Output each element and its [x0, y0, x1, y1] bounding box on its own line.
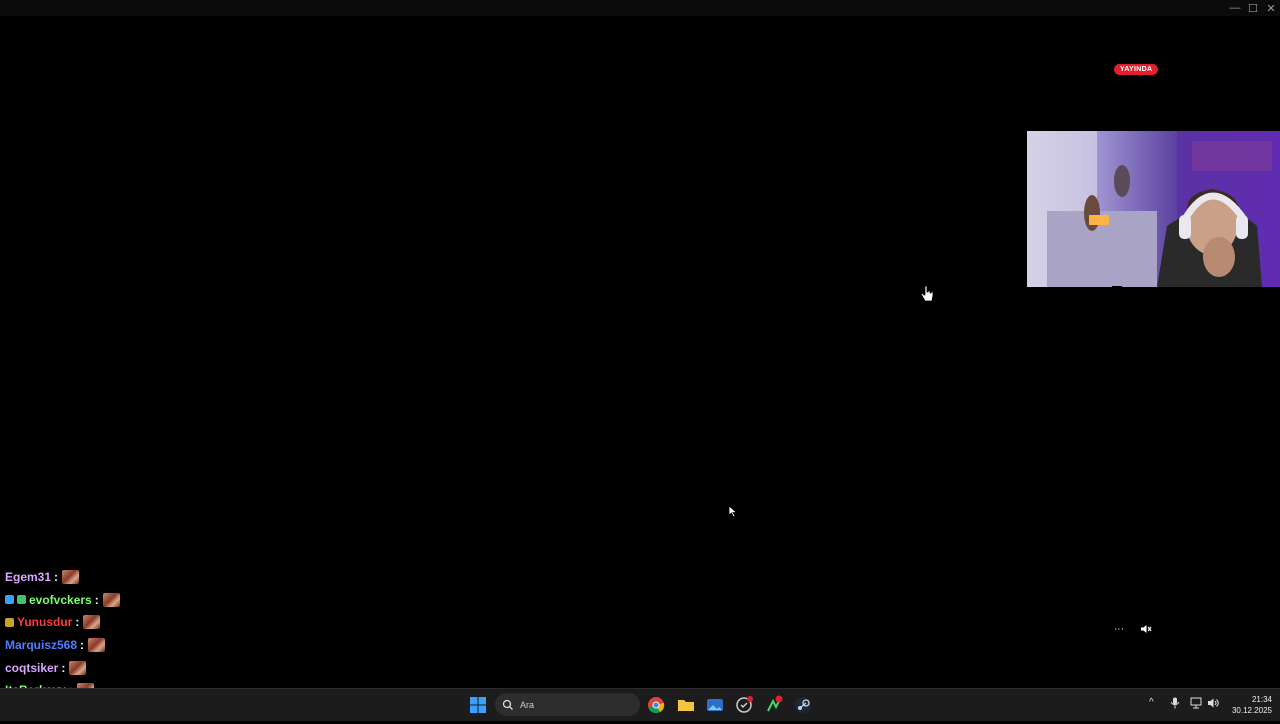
chat-username[interactable]: Marquisz568 — [5, 638, 77, 652]
microphone-icon — [1170, 697, 1180, 709]
live-badge: YAYINDA — [1114, 64, 1159, 75]
network-icon — [1190, 697, 1202, 709]
clock-date: 30.12.2025 — [1231, 706, 1272, 715]
tray-overflow-button[interactable]: ^ — [1149, 697, 1154, 708]
close-button[interactable]: ✕ — [1261, 0, 1280, 16]
search-icon — [502, 699, 513, 710]
steam-icon — [795, 697, 811, 713]
chat-separator: : — [75, 615, 80, 630]
clock-time: 21:34 — [1251, 695, 1272, 704]
chat-username[interactable]: evofvckers — [29, 593, 92, 607]
hand-cursor-icon — [920, 285, 934, 302]
microphone-button[interactable] — [1170, 697, 1180, 712]
chat-separator: : — [61, 660, 66, 675]
user-badge-icon — [5, 595, 14, 605]
taskbar: Ara ^ 21:34 30.12.2025 — [0, 688, 1280, 721]
chat-message: coqtsiker: — [5, 656, 425, 679]
start-button[interactable] — [468, 695, 488, 715]
windows-logo-icon — [470, 697, 486, 713]
chrome-app[interactable] — [646, 695, 666, 715]
photos-icon — [707, 699, 723, 711]
app-with-notification[interactable] — [734, 695, 754, 715]
user-badge-icon — [5, 617, 14, 627]
chat-message: Marquisz568: — [5, 634, 425, 657]
window-titlebar: — ☐ ✕ — [0, 0, 1280, 16]
chat-separator: : — [94, 592, 99, 607]
chat-username[interactable]: Yunusdur — [17, 615, 72, 629]
webcam-overlay — [1027, 131, 1280, 287]
user-badge-icon — [17, 595, 26, 605]
chat-username[interactable]: coqtsiker — [5, 661, 58, 675]
chat-username[interactable]: Egem31 — [5, 570, 51, 584]
game-app[interactable] — [764, 695, 784, 715]
network-button[interactable] — [1190, 697, 1202, 712]
taskbar-clock[interactable]: 21:34 30.12.2025 — [1226, 694, 1272, 716]
folder-icon — [678, 700, 694, 711]
chat-emote-icon — [102, 592, 120, 607]
mute-button[interactable] — [1137, 621, 1155, 637]
chat-emote-icon — [62, 570, 80, 585]
chat-emote-icon — [88, 638, 106, 653]
chat-separator: : — [80, 638, 85, 653]
taskbar-search[interactable]: Ara — [495, 693, 640, 716]
pointer-cursor-icon — [728, 505, 738, 518]
volume-icon — [1208, 698, 1219, 708]
chat-separator: : — [54, 570, 59, 585]
game-icon — [767, 695, 783, 712]
more-options-button[interactable]: ⋯ — [1110, 621, 1128, 637]
chat-message: Yunusdur: — [5, 611, 425, 634]
chat-message: evofvckers: — [5, 589, 425, 612]
maximize-button[interactable]: ☐ — [1243, 0, 1263, 16]
chat-emote-icon — [83, 615, 101, 630]
chat-message: Egem31: — [5, 566, 425, 589]
webcam-image — [1027, 131, 1280, 287]
chat-emote-icon — [69, 660, 87, 675]
minimize-button[interactable]: — — [1225, 0, 1245, 16]
search-placeholder: Ara — [520, 699, 535, 710]
app-icon — [736, 696, 753, 713]
chrome-icon — [648, 697, 665, 714]
speaker-muted-icon — [1141, 625, 1152, 633]
file-explorer-app[interactable] — [676, 695, 696, 715]
steam-app[interactable] — [793, 695, 813, 715]
volume-button[interactable] — [1207, 697, 1219, 712]
photos-app[interactable] — [705, 695, 725, 715]
